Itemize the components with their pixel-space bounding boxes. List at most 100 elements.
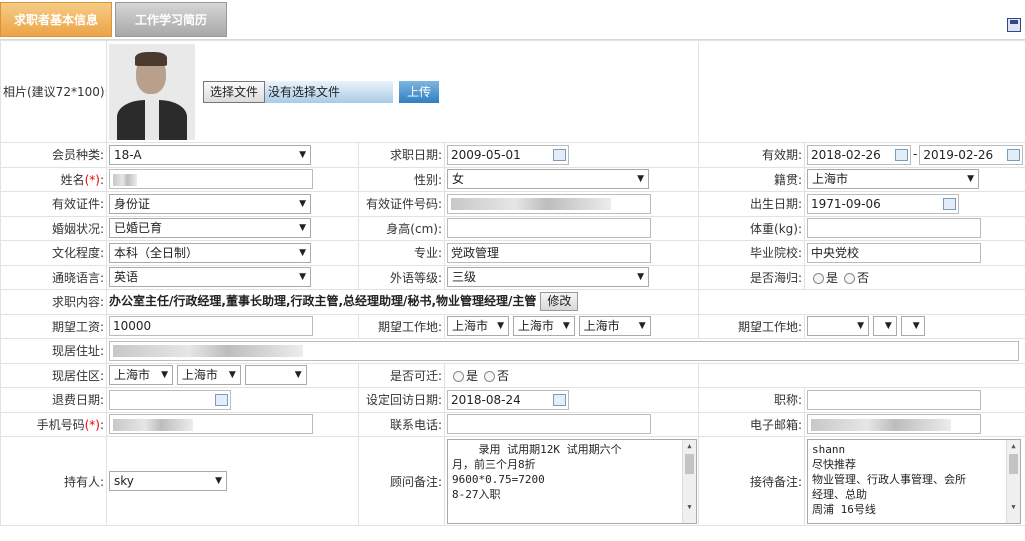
work-location-2-label: 期望工作地:	[698, 313, 806, 339]
work-location-city-select[interactable]: 上海市 ▼	[512, 316, 575, 337]
email-label: 电子邮箱:	[698, 411, 806, 437]
returnee-yes-radio[interactable]	[813, 272, 825, 284]
apply-date-label: 求职日期:	[358, 142, 445, 168]
work-location-2-district-select[interactable]: ▼	[900, 316, 925, 337]
validity-separator: -	[913, 147, 918, 162]
consult-note-textarea[interactable]: 录用 试用期12K 试用期六个 月，前三个月8折 9600*0.75=7200 8-2…	[447, 438, 697, 524]
weight-input[interactable]	[807, 218, 982, 239]
major-input[interactable]: 党政管理	[447, 242, 651, 263]
tab-bar: 求职者基本信息 工作学习简历	[0, 0, 1025, 40]
education-label: 文化程度:	[0, 240, 107, 266]
refund-date-label: 退费日期:	[0, 387, 107, 413]
phone-input[interactable]	[447, 414, 651, 435]
phone-label: 联系电话:	[358, 411, 445, 437]
salary-input[interactable]: 10000	[109, 316, 313, 337]
education-select[interactable]: 本科（全日制） ▼	[109, 242, 311, 263]
language-label: 通晓语言:	[0, 264, 107, 290]
work-location-2-city-select[interactable]: ▼	[872, 316, 897, 337]
choose-file-button[interactable]: 选择文件	[203, 80, 266, 103]
language-level-label: 外语等级:	[358, 264, 445, 290]
birth-date-label: 出生日期:	[698, 191, 806, 217]
id-type-label: 有效证件:	[0, 191, 107, 217]
photo-label: 相片(建议72*100):	[0, 40, 107, 143]
relocate-yes-radio[interactable]	[453, 370, 464, 382]
mobile-input[interactable]	[109, 414, 313, 435]
returnee-no-label: 否	[857, 270, 870, 285]
visit-date-label: 设定回访日期:	[358, 387, 445, 413]
validity-end-input[interactable]: 2019-02-26	[919, 144, 1024, 165]
weight-label: 体重(kg):	[698, 215, 806, 241]
scrollbar[interactable]: ▲ ▼	[1006, 439, 1021, 523]
district-label: 现居住区:	[0, 362, 107, 388]
save-icon[interactable]	[1007, 18, 1021, 32]
member-type-label: 会员种类:	[0, 142, 107, 168]
tab-work-history[interactable]: 工作学习简历	[115, 2, 227, 37]
work-location-label: 期望工作地:	[358, 313, 445, 339]
district-province-select[interactable]: 上海市 ▼	[109, 365, 173, 386]
member-type-select[interactable]: 18-A ▼	[109, 144, 311, 165]
calendar-icon[interactable]	[553, 148, 566, 161]
work-location-2-province-select[interactable]: ▼	[807, 316, 870, 337]
title-label: 职称:	[698, 387, 806, 413]
job-intent-value: 办公室主任/行政经理,董事长助理,行政主管,总经理助理/秘书,物业管理经理/主管	[109, 294, 537, 309]
native-select[interactable]: 上海市 ▼	[807, 169, 980, 190]
reception-note-label: 接待备注:	[698, 436, 806, 526]
name-label: 姓名(*):	[0, 166, 107, 192]
validity-label: 有效期:	[698, 142, 806, 168]
calendar-icon[interactable]	[215, 393, 228, 406]
address-label: 现居住址:	[0, 338, 107, 364]
gender-select[interactable]: 女 ▼	[447, 169, 649, 190]
calendar-icon[interactable]	[943, 197, 957, 210]
height-input[interactable]	[447, 218, 651, 239]
work-location-district-select[interactable]: 上海市 ▼	[578, 316, 651, 337]
returnee-yes-label: 是	[826, 270, 839, 285]
refund-date-input[interactable]	[109, 389, 231, 410]
language-level-select[interactable]: 三级 ▼	[447, 267, 649, 288]
visit-date-input[interactable]: 2018-08-24	[447, 389, 569, 410]
address-input[interactable]	[109, 340, 1019, 361]
height-label: 身高(cm):	[358, 215, 445, 241]
tab-basic-info[interactable]: 求职者基本信息	[0, 2, 112, 37]
calendar-icon[interactable]	[553, 393, 566, 406]
district-city-select[interactable]: 上海市 ▼	[176, 365, 241, 386]
no-file-text: 没有选择文件	[265, 80, 394, 103]
birth-date-input[interactable]: 1971-09-06	[807, 193, 960, 214]
applicant-photo	[109, 43, 195, 140]
email-input[interactable]	[807, 414, 982, 435]
major-label: 专业:	[358, 240, 445, 266]
title-input[interactable]	[807, 389, 982, 410]
reception-note-textarea[interactable]: shann 尽快推荐 物业管理、行政人事管理、会所 经理、总助 周浦 16号线 ▲ ▼	[807, 438, 1022, 524]
id-type-select[interactable]: 身份证 ▼	[109, 193, 311, 214]
native-label: 籍贯:	[698, 166, 806, 192]
validity-start-input[interactable]: 2018-02-26	[807, 144, 912, 165]
name-input[interactable]	[109, 169, 313, 190]
mobile-label: 手机号码(*):	[0, 411, 107, 437]
relocate-no-radio[interactable]	[484, 370, 496, 382]
marital-select[interactable]: 已婚已育 ▼	[109, 218, 311, 239]
calendar-icon[interactable]	[895, 148, 909, 161]
school-label: 毕业院校:	[698, 240, 806, 266]
district-area-select[interactable]: ▼	[244, 365, 307, 386]
returnee-no-radio[interactable]	[844, 272, 856, 284]
id-number-input[interactable]	[447, 193, 651, 214]
holder-select[interactable]: sky ▼	[109, 471, 227, 491]
gender-label: 性别:	[358, 166, 445, 192]
job-intent-label: 求职内容:	[0, 289, 107, 315]
calendar-icon[interactable]	[1007, 148, 1021, 161]
id-number-label: 有效证件号码:	[358, 191, 445, 217]
upload-button[interactable]: 上传	[399, 80, 440, 103]
language-select[interactable]: 英语 ▼	[109, 267, 311, 288]
applicant-form: 相片(建议72*100): 选择文件 没有选择文件 上传 会员种类: 18-A ▼ 求…	[0, 40, 1025, 526]
relocate-yes-label: 是	[466, 368, 479, 383]
marital-label: 婚姻状况:	[0, 215, 107, 241]
salary-label: 期望工资:	[0, 313, 107, 339]
returnee-label: 是否海归:	[698, 264, 806, 290]
consult-note-label: 顾问备注:	[358, 436, 445, 526]
holder-label: 持有人:	[0, 436, 107, 526]
work-location-province-select[interactable]: 上海市 ▼	[447, 316, 509, 337]
scrollbar[interactable]: ▲ ▼	[682, 439, 696, 523]
relocate-label: 是否可迁:	[358, 362, 445, 388]
apply-date-input[interactable]: 2009-05-01	[447, 144, 569, 165]
modify-button[interactable]: 修改	[540, 292, 579, 312]
school-input[interactable]: 中央党校	[807, 242, 982, 263]
